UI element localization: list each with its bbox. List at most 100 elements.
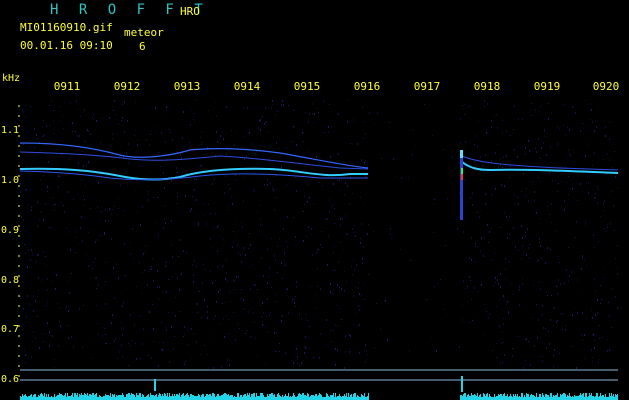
noise-bar [80,395,81,400]
noise-dot [545,328,546,329]
noise-dot [75,237,76,238]
noise-bar [234,396,235,400]
noise-dot [353,119,354,121]
noise-dot [218,291,219,293]
noise-bar [556,395,557,400]
noise-dot [592,334,593,335]
noise-dot [434,199,435,200]
noise-dot [156,131,157,132]
noise-dot [224,192,225,194]
noise-dot [581,268,582,270]
noise-dot [547,247,548,249]
noise-dot [493,285,494,287]
noise-dot [600,303,601,304]
noise-dot [355,287,356,288]
noise-dot [522,118,523,120]
noise-bar [479,395,480,400]
noise-dot [594,130,595,132]
noise-dot [549,343,550,345]
noise-dot [297,363,298,364]
noise-dot [297,356,298,358]
noise-dot [163,172,164,174]
noise-dot [272,187,273,189]
noise-dot [92,267,93,269]
noise-dot [25,252,26,254]
noise-dot [20,296,21,297]
noise-dot [522,278,523,279]
noise-dot [170,132,171,133]
noise-bar [345,396,346,400]
noise-bar [199,395,200,400]
noise-dot [617,187,618,188]
noise-dot [488,242,489,243]
noise-dot [302,132,303,134]
noise-dot [412,154,413,156]
noise-dot [157,286,158,288]
noise-dot [576,221,577,223]
noise-bar [147,395,148,400]
noise-bar [298,394,299,400]
noise-dot [313,357,314,358]
noise-dot [460,142,461,144]
noise-dot [330,283,331,285]
noise-dot [506,303,507,305]
noise-bar [128,393,129,400]
noise-dot [491,194,492,196]
noise-dot [358,287,359,289]
noise-dot [86,164,87,166]
noise-dot [337,349,338,351]
noise-dot [128,343,129,344]
noise-dot [364,121,365,122]
noise-bar [197,396,198,400]
noise-dot [85,185,86,186]
noise-dot [542,356,543,357]
noise-bar [536,393,537,400]
noise-dot [84,140,85,142]
noise-bar [328,396,329,400]
noise-dot [23,111,24,113]
noise-bar [475,395,476,400]
noise-dot [491,160,492,162]
noise-bar [469,396,470,400]
noise-bar [610,396,611,400]
noise-dot [38,290,39,291]
noise-dot [343,249,344,250]
noise-bar [306,396,307,400]
noise-bar [30,395,31,400]
noise-dot [185,361,186,362]
noise-dot [543,327,544,329]
noise-dot [38,277,39,279]
noise-dot [432,135,433,136]
noise-dot [47,278,48,280]
noise-dot [254,190,255,192]
noise-dot [574,307,575,308]
noise-dot [199,291,200,292]
noise-dot [484,106,485,107]
noise-dot [541,257,542,259]
noise-dot [366,359,367,360]
noise-dot [171,180,172,182]
noise-dot [121,327,122,329]
noise-dot [568,247,569,248]
noise-dot [364,162,365,164]
noise-dot [98,284,99,286]
noise-dot [156,222,157,223]
noise-dot [254,322,255,323]
noise-bar [256,393,257,400]
noise-dot [522,245,523,247]
noise-dot [347,234,348,235]
noise-dot [304,195,305,197]
noise-bar [473,395,474,400]
noise-dot [260,119,261,121]
noise-bar [131,393,132,400]
noise-bar [165,394,166,400]
noise-bar [167,393,168,400]
noise-bar [539,394,540,400]
noise-bar [515,394,516,400]
noise-dot [492,260,493,261]
noise-bar [134,395,135,400]
noise-dot [82,346,83,348]
noise-dot [55,288,56,290]
noise-dot [236,276,237,278]
noise-dot [482,165,483,166]
